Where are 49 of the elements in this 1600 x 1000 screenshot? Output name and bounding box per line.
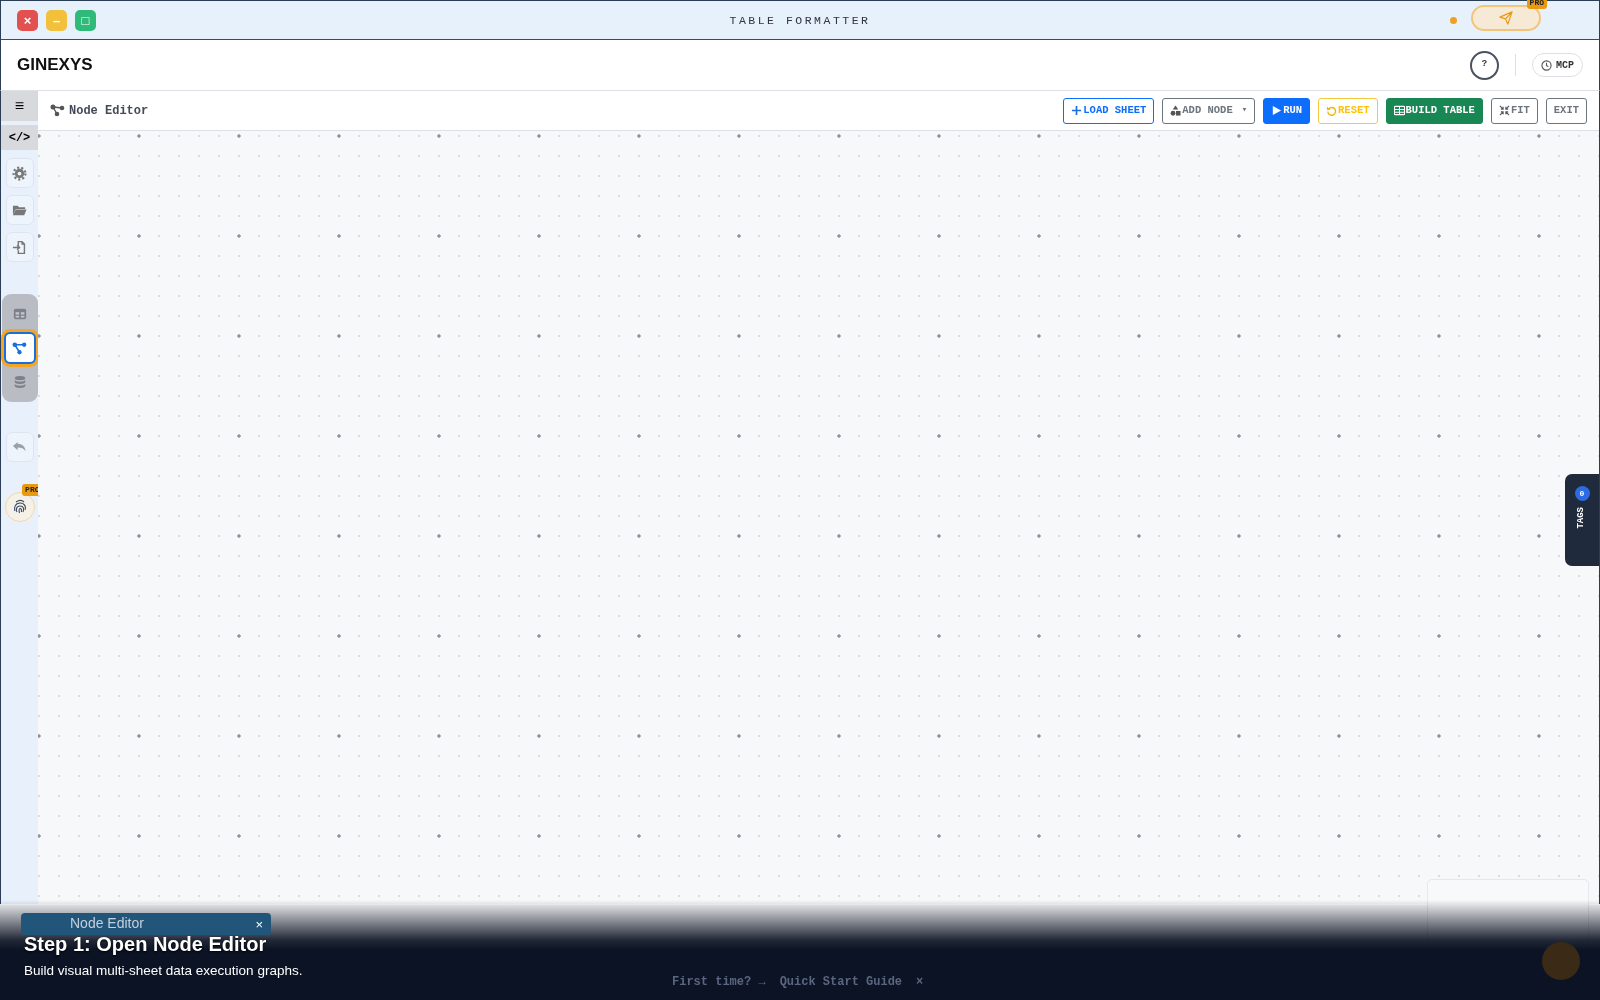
- window-title: TABLE FORMATTER: [729, 13, 871, 29]
- tooltip-title: Node Editor: [70, 915, 144, 932]
- fingerprint-button[interactable]: [4, 492, 35, 522]
- graph-icon: [50, 104, 65, 117]
- close-button[interactable]: ×: [253, 915, 265, 935]
- code-view-tab[interactable]: </>: [1, 125, 38, 150]
- plus-icon: [1071, 105, 1083, 116]
- fit-icon: [1498, 105, 1510, 116]
- hint-text: First time? →: [672, 974, 766, 991]
- table-icon: [12, 307, 27, 321]
- tags-label: TAGS: [1575, 507, 1588, 529]
- toolbar-button[interactable]: BUILD TABLE: [1385, 97, 1483, 124]
- toolbar-button[interactable]: EXIT: [1545, 97, 1587, 124]
- table-icon: [1393, 105, 1405, 116]
- shapes-icon: [1170, 105, 1182, 116]
- editor-title: Node Editor: [69, 102, 149, 120]
- toolbar-button[interactable]: ADD NODE ▾: [1162, 97, 1256, 124]
- maximize-button[interactable]: □: [75, 9, 96, 31]
- app-brand: GINEXYS: [17, 54, 93, 77]
- gear-tool-button[interactable]: [5, 158, 34, 188]
- toolbar-button[interactable]: FIT: [1490, 97, 1538, 124]
- toolbar-button[interactable]: RUN: [1263, 97, 1311, 124]
- mcp-button[interactable]: MCP: [1532, 53, 1583, 77]
- play-icon: [1271, 105, 1283, 116]
- clock-icon: [1541, 59, 1552, 71]
- tag-count: 0: [1574, 486, 1590, 501]
- import-tool-button[interactable]: [5, 232, 34, 262]
- graph-icon: [12, 340, 27, 356]
- tags-panel-tab[interactable]: 0 TAGS: [1565, 474, 1599, 566]
- toolbar-button[interactable]: LOAD SHEET: [1063, 97, 1155, 124]
- send-icon: [1499, 11, 1513, 25]
- settings-icon: [12, 165, 27, 181]
- help-button[interactable]: ?: [1470, 50, 1499, 80]
- quick-start-link[interactable]: Quick Start Guide: [779, 973, 903, 991]
- caption-title: Step 1: Open Node Editor: [24, 932, 268, 956]
- graph-view-button[interactable]: [3, 332, 36, 364]
- hint-close-button[interactable]: ×: [916, 973, 924, 991]
- menu-button[interactable]: ≡: [1, 91, 38, 121]
- status-dot: [1450, 16, 1457, 24]
- send-button[interactable]: [1471, 5, 1541, 31]
- folder-tool-button[interactable]: [5, 195, 34, 225]
- undo-button[interactable]: [5, 432, 34, 462]
- close-button[interactable]: ×: [17, 9, 38, 31]
- file-import-icon: [12, 239, 27, 255]
- database-icon: [12, 375, 27, 389]
- pro-badge: PRO: [1526, 0, 1547, 9]
- fingerprint-icon: [11, 499, 28, 515]
- caption-text: Build visual multi-sheet data execution graphs.: [24, 962, 303, 980]
- reset-icon: [1326, 105, 1338, 116]
